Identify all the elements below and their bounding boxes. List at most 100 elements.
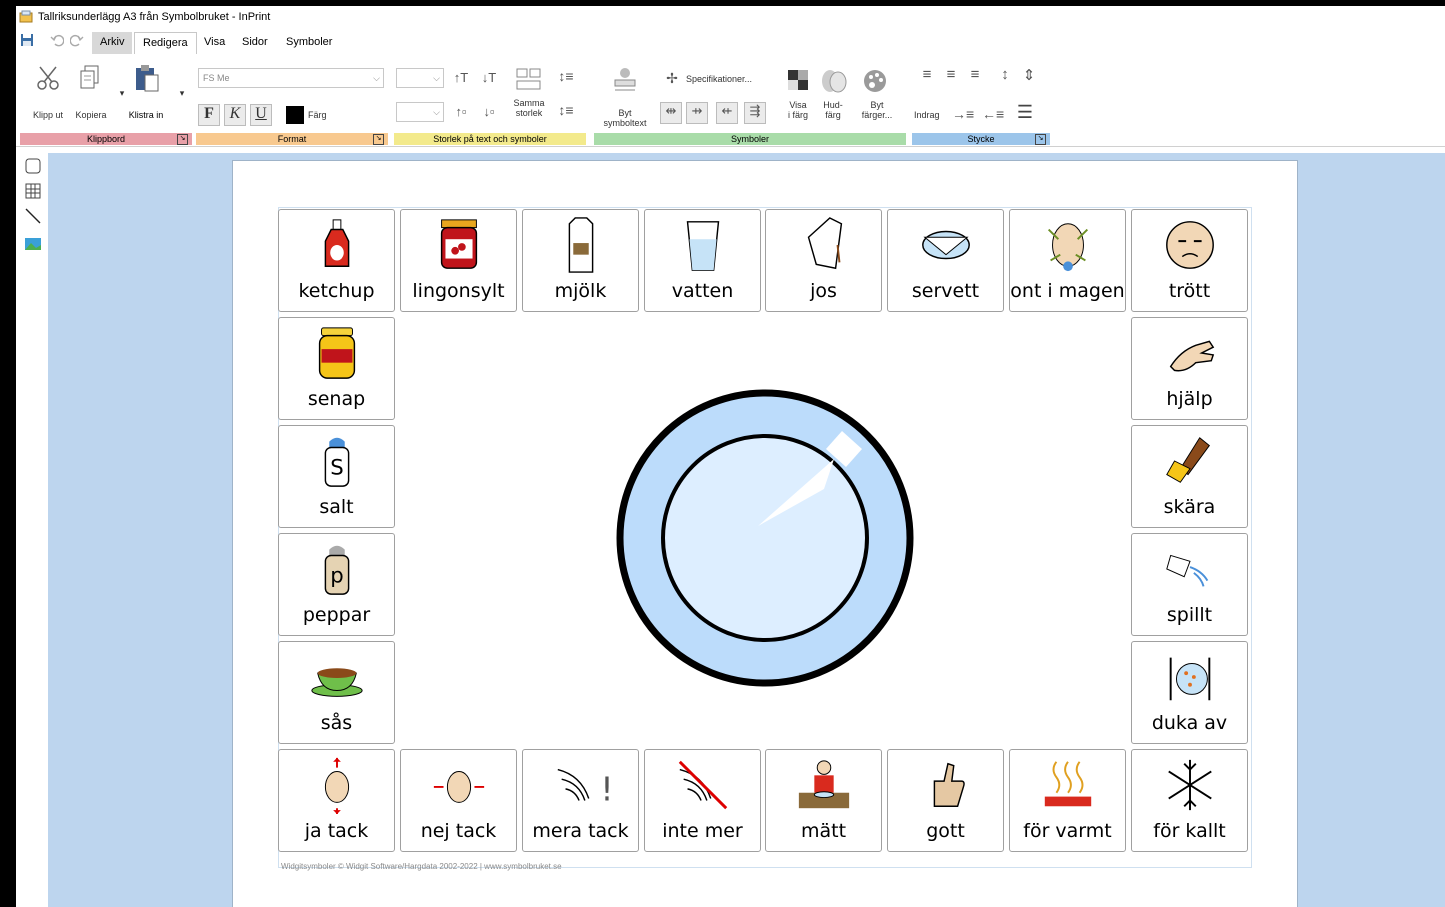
symbol-cell-trött[interactable]: trött: [1131, 209, 1248, 312]
line-tool-icon[interactable]: [24, 207, 42, 225]
cut-label[interactable]: Klipp ut: [26, 110, 70, 120]
tab-visa[interactable]: Visa: [196, 32, 233, 54]
symbol-right-icon[interactable]: ⇶: [744, 102, 766, 124]
color-swatch[interactable]: [286, 106, 304, 124]
symbol-cell-salt[interactable]: Ssalt: [278, 425, 395, 528]
bullet-list-icon[interactable]: ☰: [1014, 102, 1036, 123]
symbol-label: peppar: [302, 604, 371, 626]
symbol-cell-servett[interactable]: servett: [887, 209, 1004, 312]
vertical-center-icon[interactable]: ⇕: [1022, 66, 1036, 84]
italic-button[interactable]: K: [224, 104, 246, 126]
symbol-cell-peppar[interactable]: p peppar: [278, 533, 395, 636]
document-page[interactable]: ketchup lingonsylt mjölk vatten jos servett on…: [232, 160, 1298, 907]
skin-label-1[interactable]: Hud-: [816, 100, 850, 110]
specifications-icon[interactable]: ✢: [664, 70, 680, 87]
same-size-label-2[interactable]: storlek: [506, 108, 552, 118]
symbol-cell-gott[interactable]: gott: [887, 749, 1004, 852]
shrink-text-icon[interactable]: ↓T: [480, 70, 498, 85]
paste-label[interactable]: Klistra in: [120, 110, 172, 120]
symbol-cell-hjälp[interactable]: hjälp: [1131, 317, 1248, 420]
save-icon[interactable]: [20, 33, 34, 47]
color-label[interactable]: Färg: [308, 110, 338, 120]
copy-label[interactable]: Kopiera: [70, 110, 112, 120]
decrease-indent-icon[interactable]: ←≡: [982, 106, 1004, 122]
tab-sidor[interactable]: Sidor: [234, 32, 276, 54]
symbol-cell-för-varmt[interactable]: för varmt: [1009, 749, 1126, 852]
lingonsylt-symbol-icon: [440, 219, 478, 269]
table-tool-icon[interactable]: [24, 182, 42, 200]
underline-button[interactable]: U: [250, 104, 272, 126]
show-in-color-icon[interactable]: [786, 68, 810, 92]
symbol-cell-senap[interactable]: senap: [278, 317, 395, 420]
symbol-cell-sås[interactable]: sås: [278, 641, 395, 744]
copy-dropdown-icon[interactable]: ▾: [117, 88, 127, 99]
symbol-label: mjölk: [554, 280, 607, 302]
symbol-cell-mjölk[interactable]: mjölk: [522, 209, 639, 312]
grow-text-icon[interactable]: ↑T: [452, 70, 470, 85]
symbol-cell-mera-tack[interactable]: ! mera tack: [522, 749, 639, 852]
show-label-1[interactable]: Visa: [780, 100, 816, 110]
show-label-2[interactable]: i färg: [780, 110, 816, 120]
symbol-label: nej tack: [420, 820, 497, 842]
font-select[interactable]: FS Me ⌵: [198, 68, 384, 88]
symbol-cell-för-kallt[interactable]: för kallt: [1131, 749, 1248, 852]
image-tool-icon[interactable]: [24, 237, 42, 251]
symbol-cell-ont-i-magen[interactable]: ont i magen: [1009, 209, 1126, 312]
specifications-label[interactable]: Specifikationer...: [686, 74, 766, 84]
symbol-cell-nej-tack[interactable]: nej tack: [400, 749, 517, 852]
shrink-symbol-icon[interactable]: ↓▫: [480, 104, 498, 119]
paste-icon[interactable]: [133, 64, 161, 94]
symbol-cell-ja-tack[interactable]: ja tack: [278, 749, 395, 852]
same-size-icon[interactable]: [516, 68, 542, 90]
tab-redigera[interactable]: Redigera: [134, 32, 197, 54]
copy-icon[interactable]: [78, 64, 102, 92]
indent-label[interactable]: Indrag: [914, 110, 948, 120]
tab-arkiv[interactable]: Arkiv: [92, 32, 133, 54]
grow-symbol-icon[interactable]: ↑▫: [452, 104, 470, 119]
symbol-cell-ketchup[interactable]: ketchup: [278, 209, 395, 312]
symbol-bottom-icon[interactable]: ⇸: [686, 102, 708, 124]
frame-tool-icon[interactable]: [24, 157, 42, 175]
bold-button[interactable]: F: [198, 104, 220, 126]
symbol-top-icon[interactable]: ⇹: [660, 102, 682, 124]
colors-label-1[interactable]: Byt: [854, 100, 900, 110]
symbol-size-select[interactable]: ⌵: [396, 102, 444, 122]
format-launcher-icon[interactable]: ↘: [373, 134, 384, 145]
mätt-symbol-icon: [798, 760, 850, 809]
palette-icon[interactable]: [862, 68, 888, 94]
same-size-label-1[interactable]: Samma: [506, 98, 552, 108]
symbol-cell-duka-av[interactable]: duka av: [1131, 641, 1248, 744]
line-spacing-text-icon[interactable]: ↕≡: [556, 68, 576, 84]
increase-indent-icon[interactable]: →≡: [952, 106, 974, 122]
redo-icon[interactable]: [70, 33, 84, 47]
symbol-left-icon[interactable]: ⇷: [716, 102, 738, 124]
align-right-icon[interactable]: ≡: [966, 66, 984, 83]
symbol-cell-spillt[interactable]: spillt: [1131, 533, 1248, 636]
symbol-cell-jos[interactable]: jos: [765, 209, 882, 312]
skin-color-icon[interactable]: [820, 68, 848, 94]
align-left-icon[interactable]: ≡: [918, 66, 936, 83]
line-spacing-symbol-icon[interactable]: ↕≡: [556, 102, 576, 118]
scissors-icon[interactable]: [34, 64, 62, 92]
colors-label-2[interactable]: färger...: [854, 110, 900, 120]
align-center-icon[interactable]: ≡: [942, 66, 960, 83]
symbol-cell-vatten[interactable]: vatten: [644, 209, 761, 312]
change-symbol-text-icon[interactable]: [610, 64, 640, 94]
tab-symboler[interactable]: Symboler: [278, 32, 340, 54]
symbol-cell-skära[interactable]: skära: [1131, 425, 1248, 528]
swap-label-2[interactable]: symboltext: [596, 118, 654, 128]
skin-label-2[interactable]: färg: [816, 110, 850, 120]
hjälp-symbol-icon: [1169, 340, 1215, 372]
paragraph-launcher-icon[interactable]: ↘: [1035, 134, 1046, 145]
symbol-cell-mätt[interactable]: mätt: [765, 749, 882, 852]
undo-icon[interactable]: [50, 33, 64, 47]
symbol-cell-lingonsylt[interactable]: lingonsylt: [400, 209, 517, 312]
clipboard-launcher-icon[interactable]: ↘: [177, 134, 188, 145]
text-size-select[interactable]: ⌵: [396, 68, 444, 88]
format-footer: Format ↘: [196, 133, 388, 145]
swap-label-1[interactable]: Byt: [596, 108, 654, 118]
clipboard-footer-label: Klippbord: [86, 134, 126, 144]
vertical-align-icon[interactable]: ↕: [998, 66, 1012, 83]
paste-dropdown-icon[interactable]: ▾: [177, 88, 187, 99]
symbol-cell-inte-mer[interactable]: inte mer: [644, 749, 761, 852]
